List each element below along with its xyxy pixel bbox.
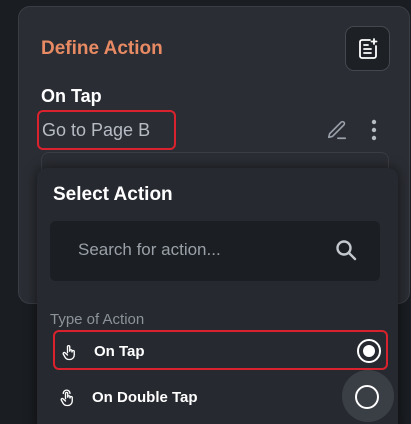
tap-gesture-icon — [62, 344, 75, 361]
radio-dot — [363, 345, 375, 357]
select-action-dropdown: Select Action Type of Action On Tap On — [37, 168, 398, 424]
option-on-double-tap[interactable]: On Double Tap — [53, 370, 394, 422]
action-value-field[interactable]: Go to Page B — [37, 110, 176, 150]
search-button[interactable] — [334, 238, 358, 267]
define-action-title: Define Action — [41, 38, 163, 59]
type-of-action-label: Type of Action — [50, 311, 145, 328]
select-action-title: Select Action — [53, 184, 173, 205]
option-label: On Double Tap — [92, 389, 198, 406]
double-tap-gesture-icon — [60, 389, 73, 407]
option-on-tap[interactable]: On Tap — [53, 330, 388, 370]
radio-selected[interactable] — [357, 339, 381, 363]
more-vertical-icon — [371, 119, 377, 141]
notes-icon — [358, 37, 377, 59]
edit-action-button[interactable] — [326, 119, 348, 146]
trigger-heading: On Tap — [41, 86, 102, 106]
notes-button[interactable] — [345, 26, 390, 71]
edit-pencil-icon — [327, 120, 347, 140]
radio-unselected[interactable] — [355, 385, 379, 409]
search-input[interactable] — [78, 240, 318, 260]
more-options-button[interactable] — [368, 119, 380, 146]
option-label: On Tap — [94, 343, 145, 360]
search-icon — [336, 240, 357, 261]
search-box[interactable] — [50, 221, 380, 281]
